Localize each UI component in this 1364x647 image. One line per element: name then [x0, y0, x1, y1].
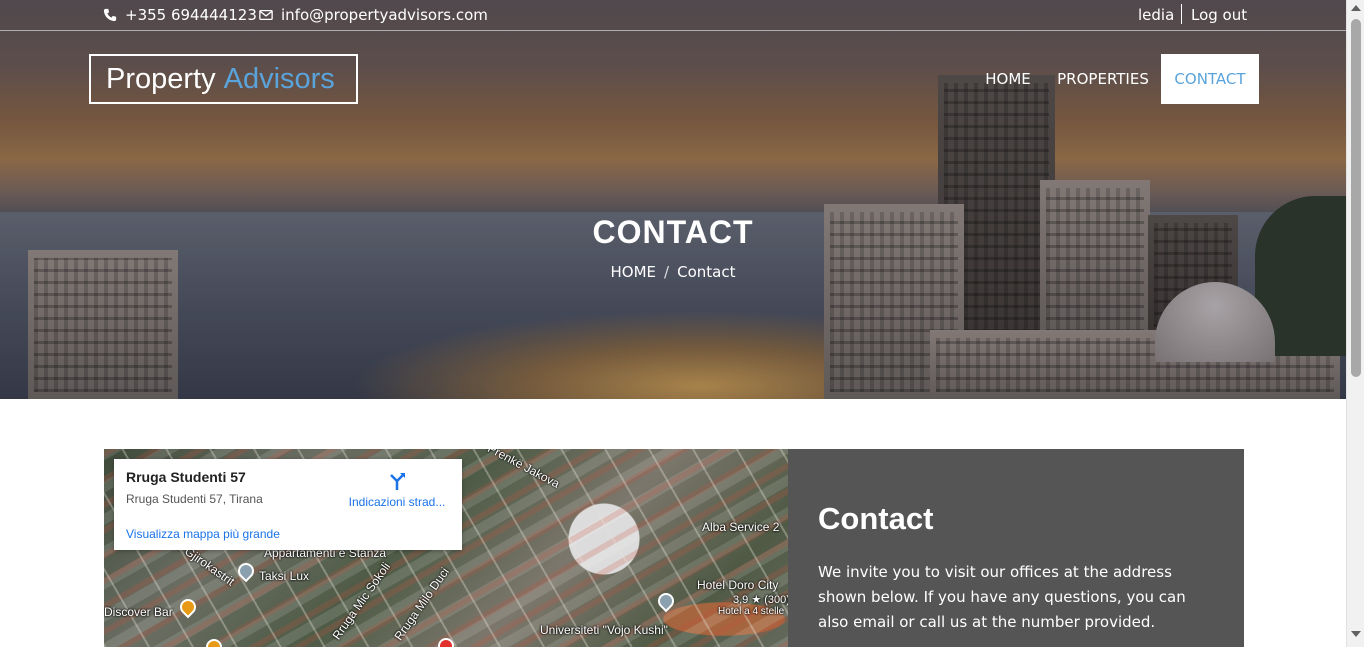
scroll-down-arrow-icon[interactable]: [1351, 631, 1361, 637]
logo-text-part1: Property: [106, 62, 216, 95]
logout-label: Log out: [1191, 6, 1248, 24]
logout-link[interactable]: Log out: [1191, 6, 1247, 24]
phone-icon: [103, 8, 117, 22]
map-place-title: Rruga Studenti 57: [126, 469, 246, 485]
map-label: Alba Service 2: [702, 520, 780, 534]
nav-contact[interactable]: CONTACT: [1161, 54, 1259, 104]
map-label: Hotel Doro City: [697, 578, 779, 592]
contact-text: We invite you to visit our offices at th…: [818, 563, 1186, 631]
phone-contact[interactable]: +355 694444123: [103, 6, 257, 24]
page-scrollbar[interactable]: [1346, 0, 1364, 647]
embedded-map[interactable]: Prenkë Jakova Alba Service 2 Appartament…: [104, 449, 788, 647]
page-title: CONTACT: [592, 214, 754, 250]
nav-contact-label: CONTACT: [1174, 70, 1246, 88]
directions-icon: [390, 473, 405, 490]
nav-properties-label: PROPERTIES: [1057, 70, 1149, 88]
map-info-card: Rruga Studenti 57 Rruga Studenti 57, Tir…: [114, 459, 462, 550]
nav-home-label: HOME: [985, 70, 1031, 88]
envelope-icon: [259, 9, 273, 21]
username: ledia: [1138, 6, 1175, 24]
nav-home[interactable]: HOME: [976, 54, 1040, 104]
top-bar: +355 694444123 info@propertyadvisors.com…: [0, 0, 1346, 31]
logo-text-part2: Advisors: [223, 62, 335, 95]
nav-properties[interactable]: PROPERTIES: [1050, 54, 1156, 104]
map-larger-link[interactable]: Visualizza mappa più grande: [126, 527, 280, 541]
email-contact[interactable]: info@propertyadvisors.com: [259, 6, 488, 24]
contact-title: Contact: [818, 501, 934, 536]
scrollbar-thumb[interactable]: [1351, 19, 1361, 377]
map-label: Hotel a 4 stelle: [718, 606, 785, 617]
scroll-up-arrow-icon[interactable]: [1351, 5, 1361, 11]
topbar-divider: [1181, 4, 1182, 24]
email-address: info@propertyadvisors.com: [281, 6, 488, 24]
breadcrumb: HOME / Contact: [0, 263, 1346, 281]
map-label: Taksi Lux: [259, 569, 310, 583]
map-label: Discover Bar: [104, 605, 173, 619]
phone-number: +355 694444123: [125, 6, 257, 24]
map-directions-label: Indicazioni strad...: [348, 495, 446, 509]
map-label: Universiteti "Vojo Kushi": [540, 623, 668, 637]
breadcrumb-home[interactable]: HOME: [611, 263, 657, 281]
map-place-address: Rruga Studenti 57, Tirana: [126, 492, 263, 506]
user-link[interactable]: ledia: [1138, 6, 1174, 24]
map-label: 3,9 ★ (300): [733, 594, 788, 606]
breadcrumb-current: Contact: [677, 263, 736, 281]
contact-panel: Contact We invite you to visit our offic…: [788, 449, 1244, 647]
logo[interactable]: Property Advisors: [89, 54, 358, 104]
breadcrumb-separator: /: [664, 263, 670, 281]
map-directions-button[interactable]: Indicazioni strad...: [342, 471, 452, 509]
